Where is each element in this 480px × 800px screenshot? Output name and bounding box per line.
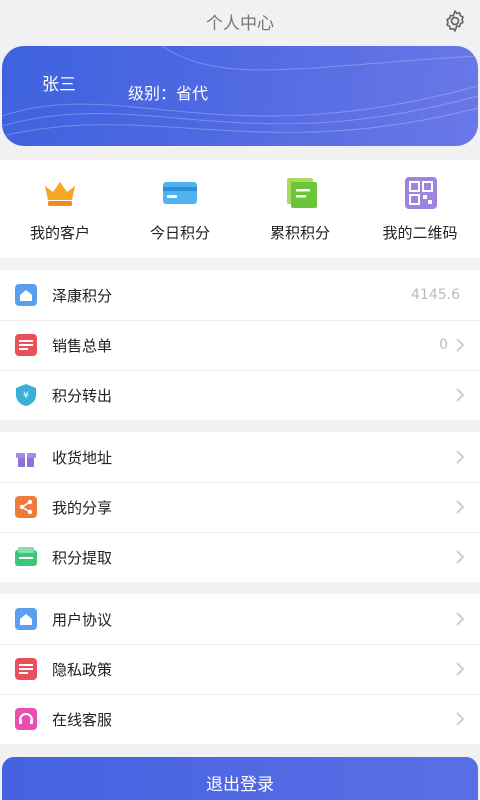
menu-item-label: 用户协议 xyxy=(52,610,113,629)
menu-item-sales-orders[interactable]: 销售总单 0 xyxy=(0,320,480,370)
privacy-icon xyxy=(15,658,37,680)
user-name: 张三 xyxy=(42,75,76,95)
menu-group-info: 用户协议 隐私政策 在线客服 xyxy=(0,594,480,744)
quick-item-total-points[interactable]: 累积积分 xyxy=(240,160,360,258)
quick-item-label: 累积积分 xyxy=(269,224,330,242)
profile-card[interactable]: 张三 级别：省代 xyxy=(2,46,478,146)
quick-actions: 我的客户 今日积分 累积积分 我的二维码 xyxy=(0,160,480,258)
points-icon xyxy=(15,284,37,306)
menu-item-label: 积分提取 xyxy=(52,548,113,567)
menu-item-label: 我的分享 xyxy=(52,498,113,517)
quick-item-label: 我的二维码 xyxy=(382,224,458,242)
menu-item-label: 销售总单 xyxy=(52,336,113,355)
top-bar: 个人中心 xyxy=(0,0,480,42)
logout-button[interactable]: 退出登录 xyxy=(2,757,478,800)
menu-item-my-share[interactable]: 我的分享 xyxy=(0,482,480,532)
menu-group-points: 泽康积分 4145.6 销售总单 0 ¥ 积分转出 xyxy=(0,270,480,420)
chevron-right-icon xyxy=(456,388,465,402)
stack-icon xyxy=(287,178,317,208)
page-title: 个人中心 xyxy=(206,13,274,34)
agreement-icon xyxy=(15,608,37,630)
menu-item-points-transfer[interactable]: ¥ 积分转出 xyxy=(0,370,480,420)
menu-item-user-agreement[interactable]: 用户协议 xyxy=(0,594,480,644)
menu-item-points-withdraw[interactable]: 积分提取 xyxy=(0,532,480,582)
withdraw-icon xyxy=(15,547,37,566)
qr-code-icon xyxy=(405,177,437,209)
menu-item-shipping-address[interactable]: 收货地址 xyxy=(0,432,480,482)
chevron-right-icon xyxy=(456,550,465,564)
chevron-right-icon xyxy=(456,500,465,514)
customer-service-icon xyxy=(15,708,37,730)
chevron-right-icon xyxy=(456,662,465,676)
wave-pattern xyxy=(2,46,478,137)
menu-group-account: 收货地址 我的分享 积分提取 xyxy=(0,432,480,582)
crown-icon xyxy=(45,182,75,206)
quick-item-label: 今日积分 xyxy=(149,224,210,242)
user-level: 级别：省代 xyxy=(128,84,209,103)
quick-item-my-customers[interactable]: 我的客户 xyxy=(0,160,120,258)
quick-item-my-qr-code[interactable]: 我的二维码 xyxy=(360,160,480,258)
share-icon xyxy=(15,496,37,518)
quick-item-today-points[interactable]: 今日积分 xyxy=(120,160,240,258)
gift-box-icon xyxy=(16,453,36,467)
menu-item-zekang-points[interactable]: 泽康积分 4145.6 xyxy=(0,270,480,320)
sales-count-value: 0 xyxy=(439,337,448,353)
chevron-right-icon xyxy=(456,450,465,464)
quick-item-label: 我的客户 xyxy=(29,224,90,242)
order-list-icon xyxy=(15,334,37,356)
svg-text:¥: ¥ xyxy=(23,391,29,401)
points-value: 4145.6 xyxy=(411,287,460,303)
chevron-right-icon xyxy=(456,338,465,352)
menu-item-label: 积分转出 xyxy=(52,386,113,405)
menu-item-label: 隐私政策 xyxy=(52,660,113,679)
menu-item-label: 泽康积分 xyxy=(52,286,113,305)
card-icon xyxy=(163,182,197,204)
menu-item-privacy-policy[interactable]: 隐私政策 xyxy=(0,644,480,694)
chevron-right-icon xyxy=(456,612,465,626)
chevron-right-icon xyxy=(456,712,465,726)
menu-item-online-service[interactable]: 在线客服 xyxy=(0,694,480,744)
gear-icon[interactable] xyxy=(442,8,468,34)
transfer-out-icon: ¥ xyxy=(16,384,36,406)
menu-item-label: 收货地址 xyxy=(52,448,113,467)
menu-item-label: 在线客服 xyxy=(52,710,113,729)
